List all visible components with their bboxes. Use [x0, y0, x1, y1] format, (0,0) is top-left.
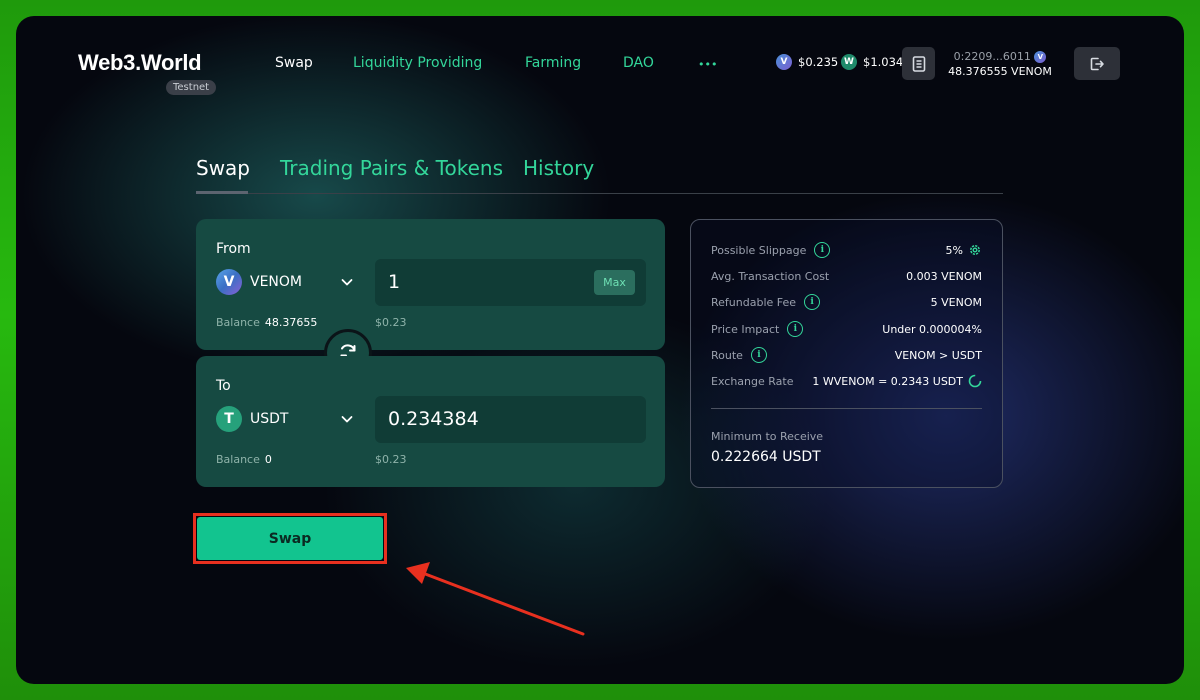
transaction-cost-value: 0.003 VENOM [906, 269, 982, 283]
info-icon[interactable]: i [750, 347, 767, 363]
swap-button[interactable]: Swap [197, 517, 383, 560]
to-amount-input[interactable]: 0.234384 [375, 396, 646, 443]
nav-swap[interactable]: Swap [275, 55, 313, 71]
network-badge: Testnet [166, 80, 217, 95]
wvenom-token-icon: W [841, 54, 857, 70]
from-amount-input[interactable]: 1 Max [375, 259, 646, 306]
exchange-rate-label: Exchange Rate [711, 374, 794, 388]
nav-dao[interactable]: DAO [623, 55, 654, 71]
info-icon[interactable]: i [804, 294, 821, 310]
venom-token-icon: V [776, 54, 792, 70]
tab-swap[interactable]: Swap [196, 156, 250, 180]
from-token-name: VENOM [250, 274, 302, 290]
slippage-value: 5% [945, 243, 963, 257]
swap-tabs: Swap Trading Pairs & Tokens History [196, 156, 1003, 194]
price-impact-label: Price Impact [711, 322, 780, 336]
price-impact-value: Under 0.000004% [882, 322, 982, 336]
to-balance-value: 0 [264, 453, 272, 466]
swap-details-card: Possible Slippage i 5% Avg. Transaction C… [690, 219, 1003, 488]
exchange-rate-value: 1 WVENOM = 0.2343 USDT [812, 374, 963, 388]
from-label: From [216, 241, 251, 257]
slippage-row: Possible Slippage i 5% [711, 242, 982, 258]
to-token-select[interactable]: T USDT [216, 406, 354, 432]
logout-button[interactable] [1074, 47, 1120, 80]
exchange-rate-row: Exchange Rate 1 WVENOM = 0.2343 USDT [711, 373, 982, 389]
chevron-down-icon [341, 279, 353, 286]
min-receive-value: 0.222664 USDT [711, 449, 821, 465]
min-receive-label: Minimum to Receive [711, 430, 824, 443]
route-value: VENOM > USDT [894, 348, 982, 362]
divider [711, 408, 982, 409]
to-token-name: USDT [250, 411, 289, 427]
info-icon[interactable]: i [787, 321, 804, 337]
from-amount-value: 1 [388, 271, 401, 293]
transaction-cost-label: Avg. Transaction Cost [711, 269, 830, 283]
usdt-token-icon: T [216, 406, 242, 432]
wallet-button[interactable] [902, 47, 935, 80]
route-row: Route i VENOM > USDT [711, 347, 982, 363]
slippage-label: Possible Slippage [711, 243, 807, 257]
to-amount-value: 0.234384 [388, 408, 479, 430]
from-balance-value: 48.37655 [264, 316, 318, 329]
route-label: Route [711, 348, 743, 362]
wallet-info[interactable]: 0:2209...6011 V 48.376555 VENOM [940, 49, 1060, 79]
refresh-timer-icon[interactable] [968, 374, 982, 388]
tab-trading-pairs-tokens[interactable]: Trading Pairs & Tokens [280, 156, 503, 180]
from-usd-value: $0.23 [375, 316, 407, 329]
active-tab-indicator [196, 191, 248, 194]
venom-token-icon: V [216, 269, 242, 295]
info-icon[interactable]: i [814, 242, 831, 258]
to-balance: Balance 0 [216, 453, 272, 466]
nav-more-icon[interactable]: ••• [698, 58, 717, 71]
venom-price-value: $0.235 [798, 55, 839, 69]
venom-price: V $0.235 [776, 54, 838, 70]
refundable-fee-row: Refundable Fee i 5 VENOM [711, 294, 982, 310]
price-impact-row: Price Impact i Under 0.000004% [711, 321, 982, 337]
transaction-cost-row: Avg. Transaction Cost 0.003 VENOM [711, 268, 982, 284]
nav-farming[interactable]: Farming [525, 55, 581, 71]
chevron-down-icon [341, 416, 353, 423]
wvenom-price-value: $1.034 [863, 55, 904, 69]
to-usd-value: $0.23 [375, 453, 407, 466]
wallet-venom-icon: V [1034, 51, 1047, 63]
logo[interactable]: Web3.World Testnet [78, 50, 217, 95]
tab-history[interactable]: History [523, 156, 594, 180]
refundable-fee-label: Refundable Fee [711, 295, 797, 309]
wallet-address: 0:2209...6011 V [940, 49, 1060, 64]
to-label: To [216, 378, 231, 394]
from-balance: Balance 48.37655 [216, 316, 318, 329]
app-window: Web3.World Testnet Swap Liquidity Provid… [16, 16, 1184, 684]
annotation-arrow [406, 562, 585, 636]
wallet-balance: 48.376555 VENOM [948, 65, 1052, 78]
wallet-icon [912, 55, 925, 72]
logout-icon [1090, 57, 1104, 70]
gear-icon[interactable] [968, 243, 982, 257]
wvenom-price: W $1.034 [841, 54, 903, 70]
refundable-fee-value: 5 VENOM [930, 295, 982, 309]
nav-liquidity-providing[interactable]: Liquidity Providing [353, 55, 482, 71]
to-panel: To T USDT 0.234384 Balance 0 $0.23 [196, 356, 665, 487]
from-token-select[interactable]: V VENOM [216, 269, 354, 295]
max-button[interactable]: Max [594, 270, 635, 295]
from-panel: From V VENOM 1 Max Balance 48.37655 $0.23 [196, 219, 665, 350]
logo-text: Web3.World [78, 50, 202, 75]
